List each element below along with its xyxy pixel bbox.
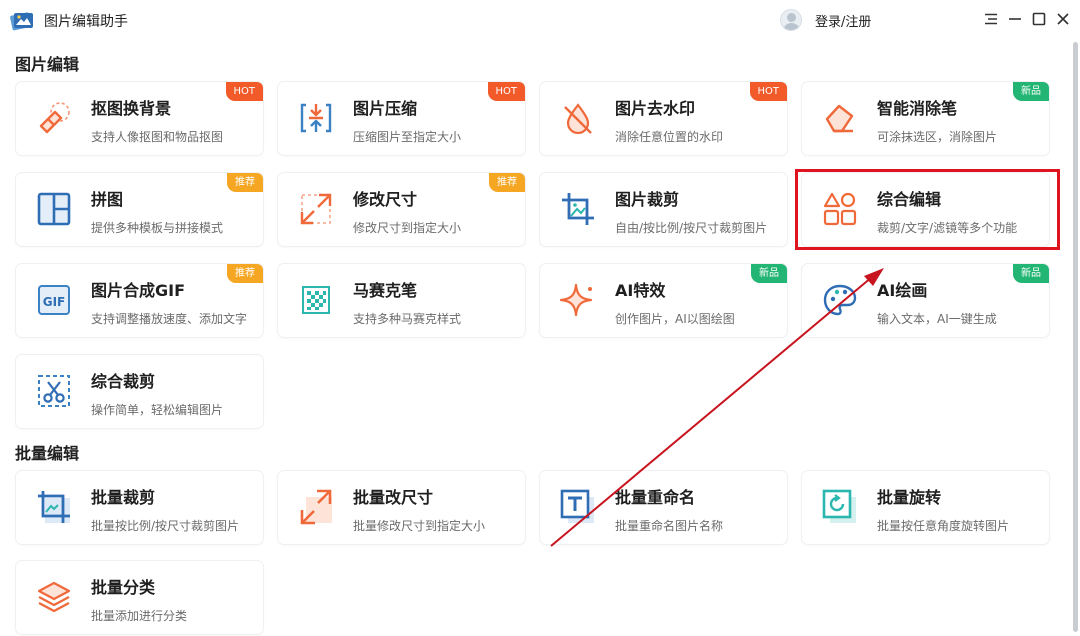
card-desc: 裁剪/文字/滤镜等多个功能: [877, 221, 1018, 235]
card-desc: 压缩图片至指定大小: [353, 130, 462, 144]
card-title: 图片压缩: [353, 99, 418, 118]
card-desc: 批量按任意角度旋转图片: [877, 519, 1010, 533]
shapes-icon: [823, 192, 857, 226]
title-bar: 图片编辑助手 登录/注册: [0, 0, 1080, 40]
new-badge: 新品: [751, 264, 787, 283]
card-desc: 可涂抹选区，消除图片: [877, 130, 998, 144]
card-title: 智能消除笔: [877, 99, 958, 118]
section-title-batch-edit: 批量编辑: [15, 444, 80, 463]
card-title: 批量改尺寸: [353, 488, 434, 507]
app-logo-icon: [10, 12, 33, 31]
card-title: 综合编辑: [877, 190, 942, 209]
card-mosaic-pen[interactable]: 马赛克笔 支持多种马赛克样式: [278, 264, 525, 337]
card-desc: 修改尺寸到指定大小: [353, 221, 462, 235]
card-title: 修改尺寸: [353, 190, 418, 209]
new-badge: 新品: [1013, 264, 1049, 283]
batch-rotate-icon: [822, 489, 856, 523]
card-collage[interactable]: 拼图 提供多种模板与拼接模式 推荐: [16, 173, 263, 246]
palette-icon: [823, 284, 857, 316]
card-desc: 批量按比例/按尺寸裁剪图片: [91, 519, 240, 533]
card-comprehensive-edit[interactable]: 综合编辑 裁剪/文字/滤镜等多个功能: [802, 173, 1049, 246]
hot-badge: HOT: [487, 82, 525, 101]
section-title-image-edit: 图片编辑: [15, 55, 80, 74]
smart-eraser-icon: [825, 104, 854, 133]
avatar: [780, 9, 802, 31]
batch-rename-icon: [560, 489, 594, 523]
card-smart-eraser[interactable]: 智能消除笔 可涂抹选区，消除图片 新品: [802, 82, 1049, 155]
mosaic-icon: [302, 286, 330, 314]
card-desc: 自由/按比例/按尺寸裁剪图片: [615, 221, 768, 235]
card-title: 综合裁剪: [91, 372, 156, 391]
card-resize[interactable]: 修改尺寸 修改尺寸到指定大小 推荐: [278, 173, 525, 246]
eraser-icon: [39, 102, 70, 134]
card-desc: 批量重命名图片名称: [615, 519, 724, 533]
card-desc: 输入文本，AI一键生成: [877, 312, 997, 326]
card-comprehensive-crop[interactable]: 综合裁剪 操作简单，轻松编辑图片: [16, 355, 263, 428]
card-title: AI绘画: [877, 281, 928, 300]
sparkle-icon: [559, 283, 593, 317]
recommend-badge: 推荐: [227, 173, 263, 192]
card-desc: 批量添加进行分类: [91, 609, 188, 623]
card-title: 图片合成GIF: [91, 281, 186, 300]
card-desc: 操作简单，轻松编辑图片: [91, 403, 224, 417]
svg-text:GIF: GIF: [43, 295, 66, 309]
card-title: 拼图: [91, 190, 124, 209]
card-desc: 支持调整播放速度、添加文字: [91, 312, 248, 326]
card-desc: 支持多种马赛克样式: [353, 312, 462, 326]
batch-crop-icon: [38, 491, 70, 523]
hot-badge: HOT: [225, 82, 263, 101]
crop-icon: [562, 193, 594, 225]
card-ai-painting[interactable]: AI绘画 输入文本，AI一键生成 新品: [802, 264, 1049, 337]
card-ai-effects[interactable]: AI特效 创作图片，AI以图绘图 新品: [540, 264, 787, 337]
login-button[interactable]: 登录/注册: [780, 9, 871, 31]
collage-icon: [37, 192, 71, 226]
card-gif-maker[interactable]: GIF 图片合成GIF 支持调整播放速度、添加文字 推荐: [16, 264, 263, 337]
card-desc: 支持人像抠图和物品抠图: [91, 130, 224, 144]
scissors-icon: [38, 375, 70, 407]
batch-resize-icon: [300, 489, 332, 525]
vertical-scrollbar[interactable]: [1073, 42, 1078, 632]
app-title: 图片编辑助手: [44, 14, 128, 30]
menu-icon[interactable]: [982, 10, 1000, 28]
card-batch-classify[interactable]: 批量分类 批量添加进行分类: [16, 561, 263, 634]
card-desc: 批量修改尺寸到指定大小: [353, 519, 486, 533]
login-label: 登录/注册: [815, 14, 872, 30]
new-badge: 新品: [1013, 82, 1049, 101]
card-image-compress[interactable]: 图片压缩 压缩图片至指定大小 HOT: [278, 82, 525, 155]
card-batch-rename[interactable]: 批量重命名 批量重命名图片名称: [540, 471, 787, 544]
card-title: 图片裁剪: [615, 190, 680, 209]
card-batch-crop[interactable]: 批量裁剪 批量按比例/按尺寸裁剪图片: [16, 471, 263, 544]
card-batch-resize[interactable]: 批量改尺寸 批量修改尺寸到指定大小: [278, 471, 525, 544]
watermark-remove-icon: [564, 103, 592, 135]
card-desc: 创作图片，AI以图绘图: [615, 312, 735, 326]
card-image-crop[interactable]: 图片裁剪 自由/按比例/按尺寸裁剪图片: [540, 173, 787, 246]
hot-badge: HOT: [749, 82, 787, 101]
card-title: 批量分类: [91, 578, 156, 597]
card-title: 图片去水印: [615, 99, 696, 118]
resize-icon: [300, 193, 332, 225]
card-remove-watermark[interactable]: 图片去水印 消除任意位置的水印 HOT: [540, 82, 787, 155]
card-title: 批量裁剪: [91, 488, 156, 507]
maximize-icon[interactable]: [1030, 10, 1048, 28]
recommend-badge: 推荐: [227, 264, 263, 283]
close-icon[interactable]: [1054, 10, 1072, 28]
compress-icon: [300, 103, 332, 133]
window-controls: [982, 10, 1072, 28]
recommend-badge: 推荐: [489, 173, 525, 192]
gif-icon: GIF: [38, 285, 70, 315]
card-title: 批量重命名: [615, 488, 696, 507]
card-desc: 提供多种模板与拼接模式: [91, 221, 224, 235]
card-cutout-background[interactable]: 抠图换背景 支持人像抠图和物品抠图 HOT: [16, 82, 263, 155]
card-batch-rotate[interactable]: 批量旋转 批量按任意角度旋转图片: [802, 471, 1049, 544]
card-title: 批量旋转: [877, 488, 942, 507]
layers-icon: [37, 581, 71, 613]
card-desc: 消除任意位置的水印: [615, 130, 724, 144]
card-title: AI特效: [615, 281, 666, 300]
card-title: 马赛克笔: [353, 281, 418, 300]
minimize-icon[interactable]: [1006, 10, 1024, 28]
card-title: 抠图换背景: [91, 99, 172, 118]
